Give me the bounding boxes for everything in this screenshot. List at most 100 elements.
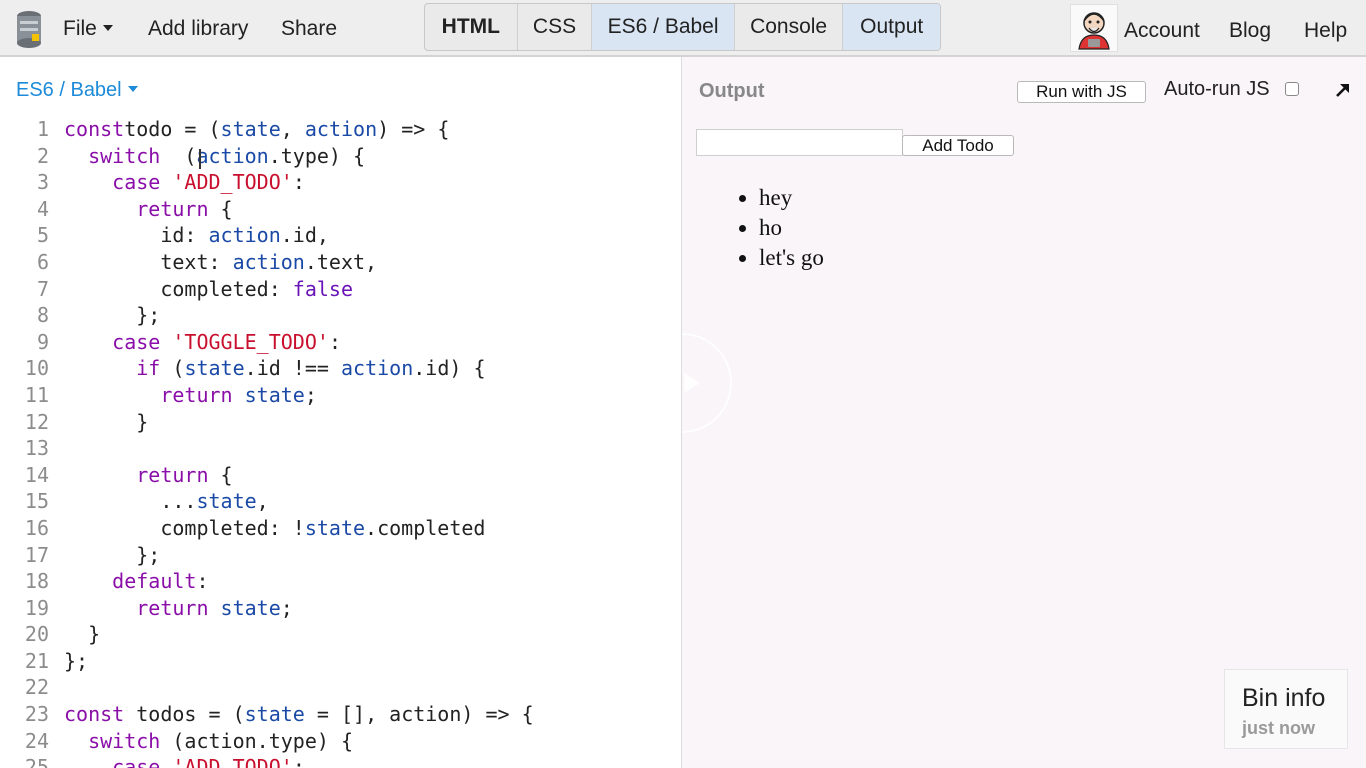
- avatar[interactable]: [1070, 4, 1118, 52]
- code-token: (action.type) {: [160, 728, 353, 753]
- bin-info-box[interactable]: Bin info just now: [1224, 669, 1348, 749]
- code-text: case 'ADD_TODO':: [64, 169, 305, 196]
- line-number: 3: [36, 170, 49, 195]
- file-menu-label: File: [63, 17, 97, 40]
- line-number: 18: [24, 569, 49, 594]
- code-token: .completed: [365, 515, 486, 540]
- line-number: 10: [24, 356, 49, 381]
- tab-output[interactable]: Output: [843, 4, 940, 50]
- line-number: 17: [24, 542, 49, 567]
- code-text: return state;: [64, 595, 293, 622]
- code-line[interactable]: 12 }: [0, 409, 681, 436]
- code-line[interactable]: 6 text: action.text,: [0, 249, 681, 276]
- bin-info-title: Bin info: [1242, 684, 1326, 712]
- code-line[interactable]: 11 return state;: [0, 382, 681, 409]
- code-line[interactable]: 3 case 'ADD_TODO':: [0, 169, 681, 196]
- code-line[interactable]: 20 }: [0, 621, 681, 648]
- tab-css[interactable]: CSS: [518, 4, 593, 50]
- code-token: .id !==: [244, 356, 341, 381]
- code-token-var: state: [220, 595, 281, 620]
- code-token: (: [160, 143, 197, 168]
- code-token-var: action: [304, 117, 378, 141]
- todo-list: hey ho let's go: [734, 183, 824, 273]
- code-line[interactable]: 18 default:: [0, 568, 681, 595]
- todo-input[interactable]: [696, 129, 903, 156]
- code-text: switch (action.type) {: [64, 728, 353, 755]
- output-panel-title: Output: [699, 80, 765, 102]
- code-token: {: [208, 196, 233, 221]
- file-menu[interactable]: File: [63, 17, 113, 41]
- code-text: return state;: [64, 382, 317, 409]
- code-line[interactable]: 5 id: action.id,: [0, 222, 681, 249]
- code-token-kw: return: [136, 462, 209, 487]
- code-line[interactable]: 21};: [0, 648, 681, 675]
- code-line[interactable]: 13: [0, 435, 681, 462]
- code-token: completed: !: [64, 515, 305, 540]
- line-number: 6: [36, 249, 49, 274]
- line-number: 21: [24, 648, 49, 673]
- code-line[interactable]: 25 case 'ADD_TODO':: [0, 754, 681, 768]
- code-token-kw: return: [160, 382, 233, 407]
- code-line[interactable]: 10 if (state.id !== action.id) {: [0, 355, 681, 382]
- code-token: };: [64, 542, 161, 567]
- line-number: 8: [36, 303, 49, 328]
- code-line[interactable]: 15 ...state,: [0, 488, 681, 515]
- code-editor[interactable]: 1 consttodo = (state, action) => {2 switc…: [0, 116, 681, 768]
- code-text: }: [64, 621, 100, 648]
- code-token-kw: if: [136, 356, 161, 381]
- code-token-atom: false: [292, 276, 353, 301]
- code-token-var: state: [304, 515, 366, 540]
- share-button[interactable]: Share: [281, 17, 337, 41]
- help-link[interactable]: Help: [1304, 19, 1347, 43]
- tab-html[interactable]: HTML: [425, 4, 518, 50]
- code-line[interactable]: 17 };: [0, 542, 681, 569]
- add-library-button[interactable]: Add library: [148, 17, 248, 41]
- code-token: ,: [280, 117, 305, 141]
- code-line[interactable]: 4 return {: [0, 196, 681, 223]
- tab-es6-babel[interactable]: ES6 / Babel: [592, 4, 735, 50]
- code-token: (: [160, 356, 185, 381]
- code-line[interactable]: 23 const todos = (state = [], action) => …: [0, 701, 681, 728]
- code-text: }: [64, 409, 148, 436]
- line-number: 7: [36, 276, 49, 301]
- account-link[interactable]: Account: [1124, 19, 1200, 43]
- code-line[interactable]: 19 return state;: [0, 595, 681, 622]
- code-token: text:: [64, 249, 233, 274]
- code-token-str: 'ADD_TODO': [172, 170, 293, 195]
- code-line[interactable]: 2 switch (action.type) {: [0, 143, 681, 170]
- code-line[interactable]: 7 completed: false: [0, 276, 681, 303]
- code-line[interactable]: 22: [0, 674, 681, 701]
- add-todo-button[interactable]: Add Todo: [902, 135, 1014, 156]
- code-line[interactable]: 16 completed: !state.completed: [0, 515, 681, 542]
- code-text: consttodo = (state, action) => {: [64, 116, 449, 143]
- code-line[interactable]: 9 case 'TOGGLE_TODO':: [0, 329, 681, 356]
- code-text: completed: false: [64, 276, 353, 303]
- jsbin-logo-icon[interactable]: [14, 10, 44, 48]
- language-selector[interactable]: ES6 / Babel: [16, 79, 138, 102]
- code-token-var: state: [184, 356, 245, 381]
- chevron-down-icon: [102, 25, 113, 31]
- code-token: :: [328, 329, 341, 354]
- code-text: };: [64, 542, 160, 569]
- code-line[interactable]: 14 return {: [0, 462, 681, 489]
- tab-console[interactable]: Console: [735, 4, 844, 50]
- output-panel: Output Run with JS Auto-run JS Add Todo …: [682, 57, 1366, 768]
- code-line[interactable]: 8 };: [0, 302, 681, 329]
- code-token-kw: return: [136, 196, 209, 221]
- autorun-checkbox[interactable]: [1285, 82, 1299, 96]
- code-line[interactable]: 24 switch (action.type) {: [0, 728, 681, 755]
- run-with-js-button[interactable]: Run with JS: [1017, 81, 1146, 103]
- popout-arrow-icon[interactable]: [1332, 79, 1354, 101]
- blog-link[interactable]: Blog: [1229, 19, 1271, 43]
- code-line[interactable]: 1 consttodo = (state, action) => {: [0, 116, 681, 143]
- list-item: let's go: [759, 243, 824, 273]
